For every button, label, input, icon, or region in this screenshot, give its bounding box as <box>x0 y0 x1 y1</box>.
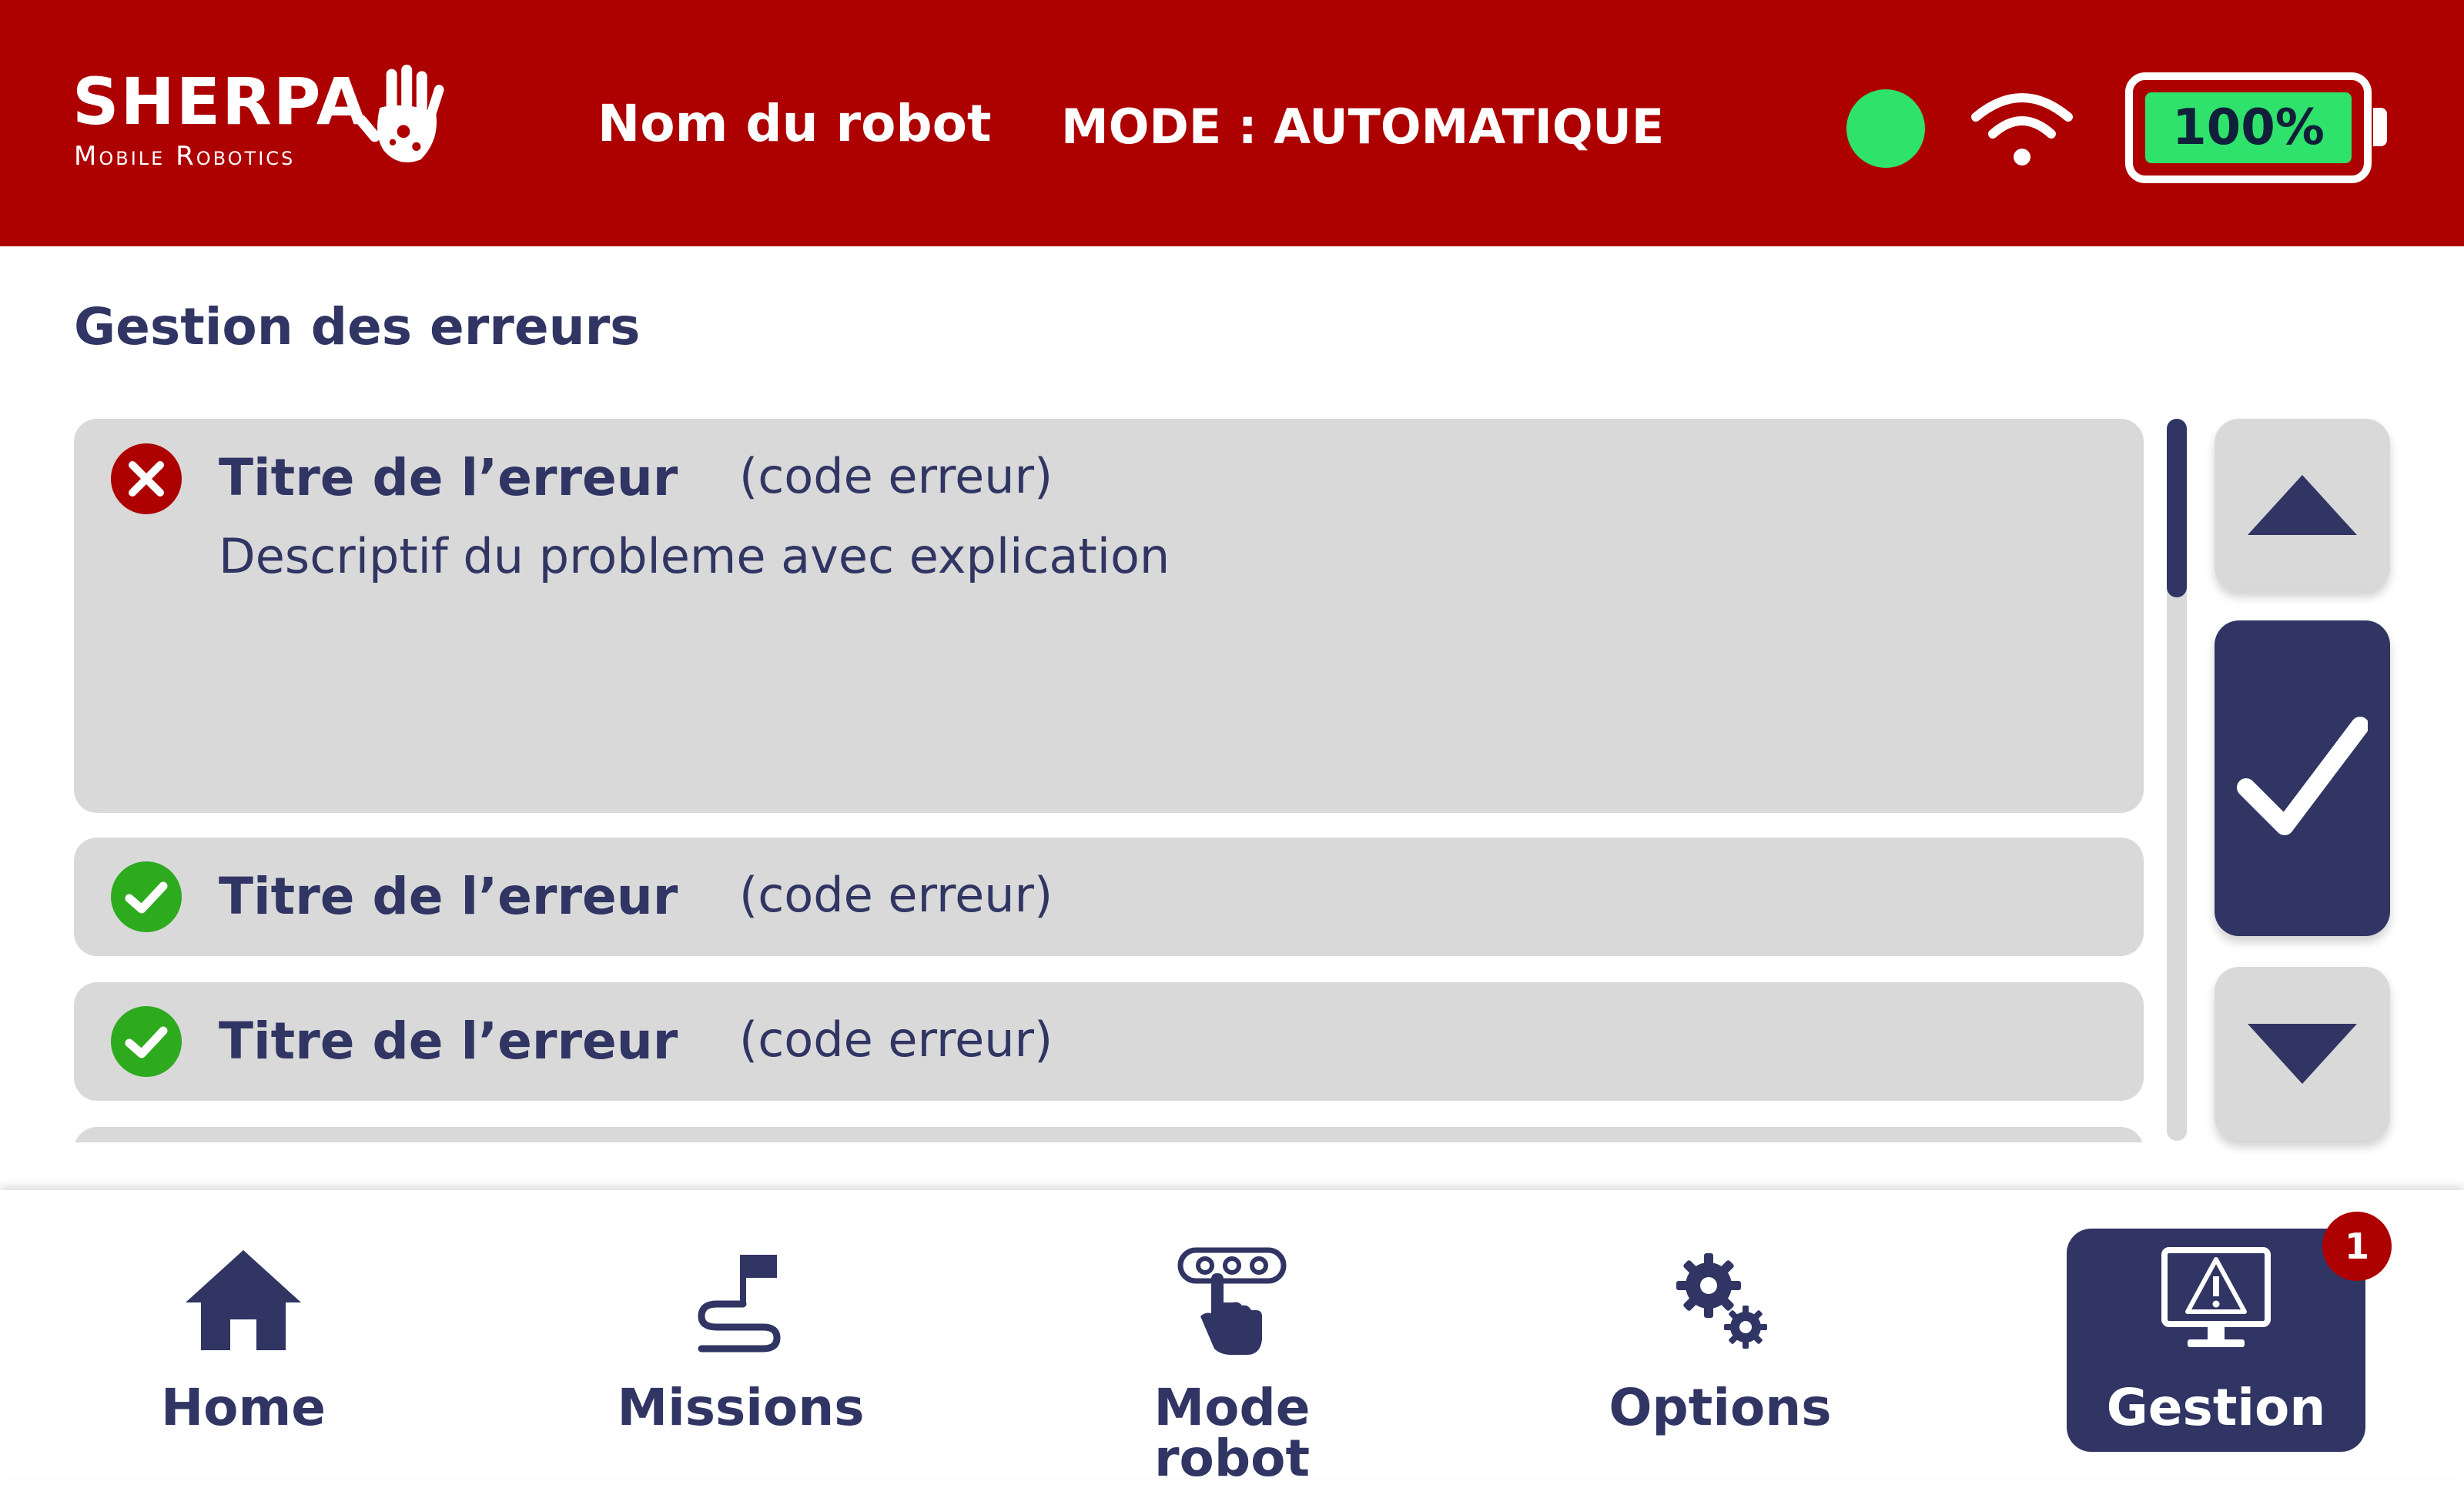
battery-indicator: 100% <box>2125 72 2372 183</box>
nav-home[interactable]: Home <box>89 1229 397 1452</box>
hand-logo-icon <box>355 65 444 162</box>
nav-options-label: Options <box>1609 1378 1832 1437</box>
scroll-down-button[interactable] <box>2215 967 2390 1141</box>
validate-button[interactable] <box>2215 620 2390 936</box>
error-title: Titre de l’erreur <box>219 448 678 507</box>
scrollbar-thumb[interactable] <box>2167 419 2187 597</box>
error-item[interactable]: Titre de l’erreur (code erreur) <box>74 838 2144 956</box>
scroll-up-button[interactable] <box>2215 419 2390 591</box>
nav-mode-robot[interactable]: Mode robot <box>1078 1229 1386 1484</box>
triangle-up-icon <box>2248 475 2357 535</box>
error-code: (code erreur) <box>739 867 1053 923</box>
touch-panel-icon <box>1177 1247 1287 1355</box>
error-code: (code erreur) <box>739 1012 1053 1068</box>
flag-path-icon <box>698 1255 781 1353</box>
error-code: (code erreur) <box>739 448 1053 504</box>
battery-tip <box>2373 108 2387 146</box>
connection-status-dot <box>1846 89 1925 168</box>
page-title: Gestion des erreurs <box>74 297 641 356</box>
top-bar: SHERPA Mobile Robotics Nom du robot MODE… <box>0 0 2464 246</box>
error-title: Titre de l’erreur <box>219 867 678 926</box>
scrollbar[interactable] <box>2167 419 2187 1141</box>
triangle-down-icon <box>2248 1024 2357 1084</box>
monitor-warning-icon <box>2161 1247 2271 1347</box>
nav-home-label: Home <box>160 1378 326 1437</box>
logo-title: SHERPA <box>72 64 368 139</box>
gears-icon <box>1676 1253 1767 1349</box>
error-item-expanded[interactable]: Titre de l’erreur (code erreur) Descript… <box>74 419 2144 813</box>
nav-gestion-label: Gestion <box>2106 1378 2326 1437</box>
checkmark-icon <box>2237 717 2368 835</box>
error-item-partial[interactable] <box>74 1127 2144 1142</box>
error-title: Titre de l’erreur <box>219 1012 678 1071</box>
nav-missions[interactable]: Missions <box>587 1229 895 1452</box>
nav-missions-label: Missions <box>617 1378 865 1437</box>
battery-level: 100% <box>2145 92 2352 163</box>
robot-name: Nom du robot <box>598 94 992 153</box>
nav-gestion[interactable]: Gestion <box>2067 1229 2365 1452</box>
check-circle-icon <box>111 1006 182 1077</box>
error-item[interactable]: Titre de l’erreur (code erreur) <box>74 982 2144 1101</box>
nav-options[interactable]: Options <box>1566 1229 1874 1452</box>
error-description: Descriptif du probleme avec explication <box>219 528 1170 584</box>
nav-mode-robot-label: Mode robot <box>1153 1378 1311 1488</box>
error-list: Titre de l’erreur (code erreur) Descript… <box>74 419 2144 1142</box>
notification-badge: 1 <box>2322 1212 2392 1281</box>
check-circle-icon <box>111 861 182 932</box>
logo-subtitle: Mobile Robotics <box>74 141 296 172</box>
house-icon <box>186 1250 301 1350</box>
mode-indicator: MODE : AUTOMATIQUE <box>1061 99 1665 155</box>
wifi-icon <box>1971 93 2073 166</box>
error-x-icon <box>111 443 182 514</box>
sherpa-logo: SHERPA Mobile Robotics <box>72 64 473 185</box>
